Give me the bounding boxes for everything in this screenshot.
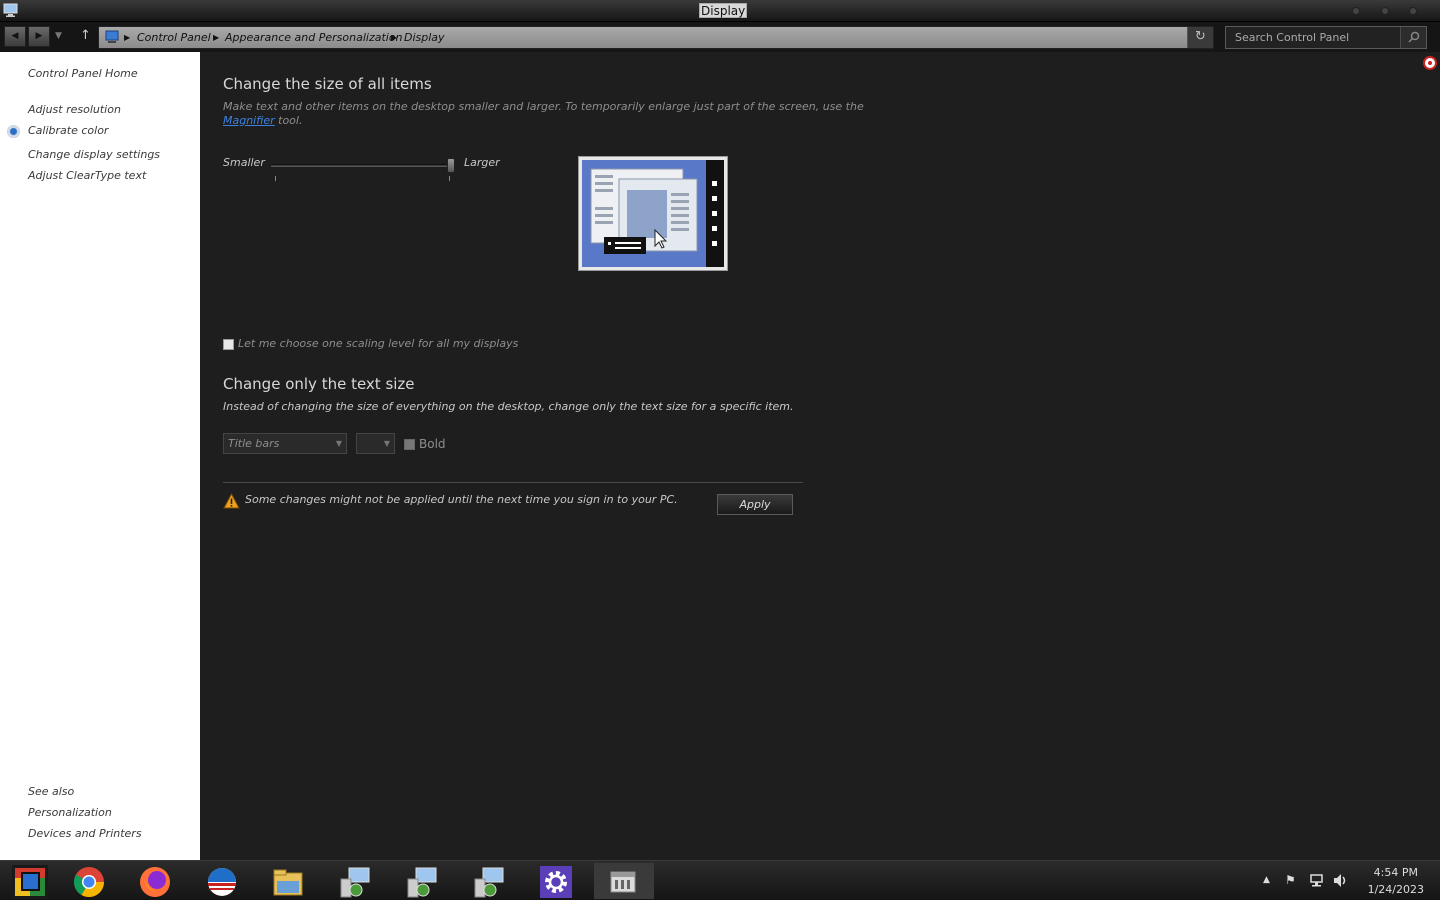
maximize-button[interactable] <box>1381 7 1389 15</box>
text-size-description-text: Instead of changing the size of everythi… <box>223 400 794 413</box>
minimize-button[interactable] <box>1352 7 1360 15</box>
back-button[interactable]: ◀ <box>4 26 26 47</box>
magnifier-link[interactable]: Magnifier <box>223 114 275 127</box>
start-icon <box>12 865 48 899</box>
close-button[interactable] <box>1409 7 1417 15</box>
bold-checkbox[interactable] <box>404 439 415 450</box>
search-button[interactable] <box>1400 27 1426 48</box>
slider-smaller-label: Smaller <box>223 156 265 169</box>
size-all-items-description: Make text and other items on the desktop… <box>223 100 864 128</box>
size-slider[interactable] <box>271 164 455 167</box>
sidebar-item-devices-printers[interactable]: Devices and Printers <box>28 827 142 840</box>
search-input[interactable]: Search Control Panel <box>1235 27 1349 48</box>
file-explorer-icon <box>273 869 303 896</box>
sign-in-warning-text: Some changes might not be applied until … <box>245 493 678 506</box>
control-panel-icon <box>610 871 636 893</box>
breadcrumb-control-panel[interactable]: Control Panel <box>137 27 211 48</box>
breadcrumb-appearance[interactable]: Appearance and Personalization <box>225 27 403 48</box>
sidebar-item-personalization[interactable]: Personalization <box>28 806 112 819</box>
search-box[interactable]: Search Control Panel <box>1225 26 1427 49</box>
chrome-icon <box>73 867 104 898</box>
forward-arrow-icon: ▶ <box>35 31 43 41</box>
slider-tick <box>449 176 450 181</box>
clock-time: 4:54 PM <box>1373 866 1418 879</box>
control-panel-icon <box>105 30 119 43</box>
taskbar-firefox[interactable] <box>126 863 186 899</box>
taskbar-network-app-3[interactable] <box>460 863 520 899</box>
bold-label: Bold <box>419 437 446 451</box>
font-size-dropdown[interactable]: ▼ <box>356 433 395 454</box>
taskbar-network-app-1[interactable] <box>326 863 386 899</box>
description-line-2: Magnifier tool. <box>223 114 302 127</box>
size-all-items-heading: Change the size of all items <box>223 75 432 93</box>
description-text: Make text and other items on the desktop… <box>223 100 864 113</box>
scaling-level-label: Let me choose one scaling level for all … <box>238 337 519 350</box>
breadcrumb-separator-icon: ▶ <box>391 33 398 42</box>
taskbar-clock[interactable]: 4:54 PM 1/24/2023 <box>1368 864 1424 898</box>
text-size-heading: Change only the text size <box>223 375 415 393</box>
slider-tick <box>275 176 276 181</box>
refresh-button[interactable]: ↻ <box>1187 27 1213 48</box>
network-app-icon <box>474 867 504 898</box>
size-slider-thumb[interactable] <box>447 158 455 173</box>
recent-pages-button[interactable]: ▼ <box>55 27 62 45</box>
refresh-icon: ↻ <box>1195 29 1206 44</box>
sidebar-item-adjust-resolution[interactable]: Adjust resolution <box>28 103 121 116</box>
main-content: Change the size of all items Make text a… <box>200 52 1440 860</box>
display-preview-icon <box>582 160 724 267</box>
action-center-flag-icon[interactable]: ⚑ <box>1285 873 1296 887</box>
breadcrumb-separator-icon: ▶ <box>213 33 220 42</box>
volume-icon[interactable] <box>1333 873 1349 888</box>
text-size-description: Instead of changing the size of everythi… <box>223 400 823 414</box>
window-titlebar: Display <box>0 0 1440 22</box>
see-also-heading: See also <box>28 785 75 798</box>
sidebar-item-change-display-settings[interactable]: Change display settings <box>28 148 160 161</box>
taskbar-control-panel[interactable] <box>594 863 654 899</box>
clock-date: 1/24/2023 <box>1367 883 1424 896</box>
section-divider <box>223 482 803 483</box>
forward-button[interactable]: ▶ <box>28 26 50 47</box>
warning-icon <box>223 493 240 509</box>
help-close-icon[interactable] <box>1423 56 1437 70</box>
sidebar-control-panel-home[interactable]: Control Panel Home <box>28 67 138 80</box>
app-circle-icon <box>208 868 236 896</box>
taskbar-settings[interactable] <box>527 863 587 899</box>
settings-gear-icon <box>540 866 572 898</box>
chevron-down-icon: ▼ <box>55 31 62 41</box>
back-arrow-icon: ◀ <box>11 31 19 41</box>
taskbar-chrome[interactable] <box>60 863 120 899</box>
breadcrumb-separator-icon: ▶ <box>124 33 131 42</box>
search-icon <box>1408 31 1420 43</box>
window-title: Display <box>699 3 748 18</box>
apply-button[interactable]: Apply <box>717 494 793 515</box>
text-item-dropdown[interactable]: Title bars ▼ <box>223 433 347 454</box>
sidebar: Control Panel Home Adjust resolution Cal… <box>0 52 200 860</box>
scaling-level-checkbox[interactable] <box>223 339 234 350</box>
description-end: tool. <box>278 114 303 127</box>
taskbar-network-app-2[interactable] <box>393 863 453 899</box>
up-arrow-icon: ↑ <box>80 28 91 43</box>
taskbar-start-button[interactable] <box>0 863 60 899</box>
network-icon[interactable] <box>1309 873 1324 888</box>
firefox-icon <box>140 867 170 897</box>
color-calibration-icon <box>7 125 20 138</box>
taskbar: ▲ ⚑ 4:54 PM 1/24/2023 <box>0 860 1440 900</box>
sidebar-item-adjust-cleartype[interactable]: Adjust ClearType text <box>28 169 146 182</box>
tray-show-hidden-icon[interactable]: ▲ <box>1263 873 1270 887</box>
chevron-down-icon: ▼ <box>383 439 390 448</box>
display-app-icon <box>3 3 18 17</box>
breadcrumb-display[interactable]: Display <box>404 27 445 48</box>
network-app-icon <box>407 867 437 898</box>
up-button[interactable]: ↑ <box>80 27 91 45</box>
sidebar-item-calibrate-color[interactable]: Calibrate color <box>28 124 108 137</box>
display-preview-image <box>578 156 728 271</box>
taskbar-file-explorer[interactable] <box>259 863 319 899</box>
address-bar[interactable]: ▶ Control Panel ▶ Appearance and Persona… <box>98 26 1214 49</box>
chevron-down-icon: ▼ <box>335 439 342 448</box>
navigation-bar: ◀ ▶ ▼ ↑ ▶ Control Panel ▶ Appearance and… <box>0 22 1440 52</box>
network-app-icon <box>340 867 370 898</box>
taskbar-app-circle[interactable] <box>193 863 253 899</box>
text-item-dropdown-value: Title bars <box>228 437 280 450</box>
slider-larger-label: Larger <box>464 156 500 169</box>
